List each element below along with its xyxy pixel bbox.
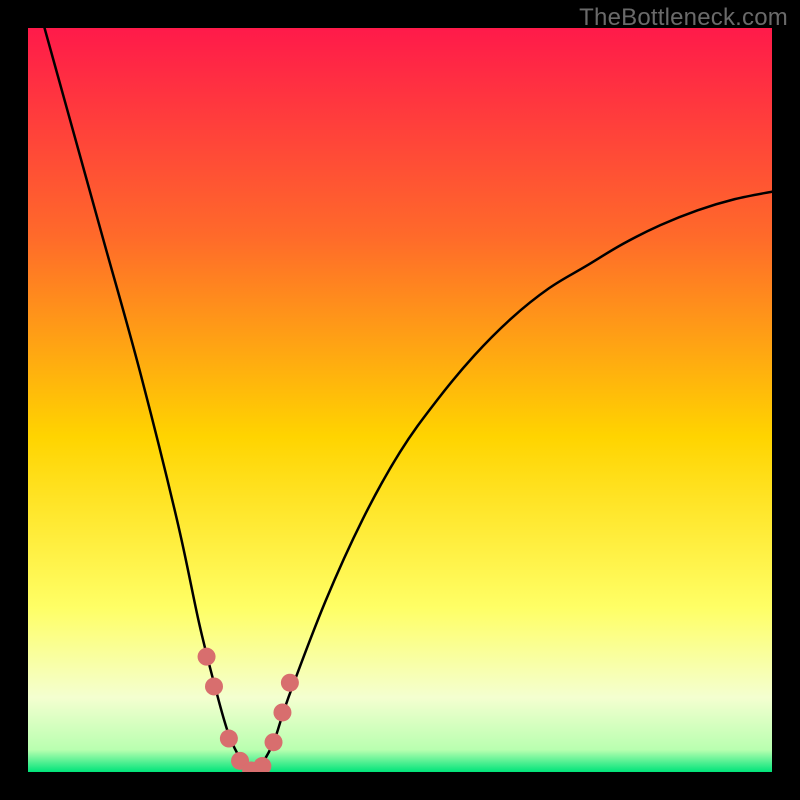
curve-marker (220, 730, 238, 748)
watermark-text: TheBottleneck.com (579, 4, 788, 32)
plot-area (28, 28, 772, 772)
curve-marker (281, 674, 299, 692)
curve-layer (28, 28, 772, 772)
curve-markers (198, 648, 299, 772)
curve-marker (253, 757, 271, 772)
curve-marker (205, 677, 223, 695)
chart-frame: TheBottleneck.com (0, 0, 800, 800)
curve-marker (198, 648, 216, 666)
curve-marker (273, 703, 291, 721)
bottleneck-curve (28, 28, 772, 772)
curve-marker (265, 733, 283, 751)
